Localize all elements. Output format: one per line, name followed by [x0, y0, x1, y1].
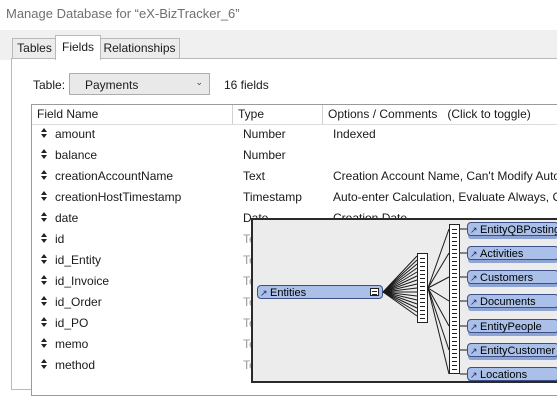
- drag-handle-icon[interactable]: [41, 338, 47, 350]
- field-type: Number: [243, 127, 286, 141]
- table-occurrence-related[interactable]: ↗ EntityQBPosting: [467, 222, 557, 236]
- table-row[interactable]: balance Number: [32, 145, 557, 166]
- field-options: Creation Account Name, Can't Modify Auto: [333, 169, 557, 183]
- drag-handle-icon[interactable]: [41, 254, 47, 266]
- table-occurrence-label: Customers: [480, 272, 534, 284]
- menu-icon: [370, 288, 379, 296]
- table-occurrence-related[interactable]: ↗ Customers: [467, 270, 557, 284]
- table-occurrence-entities[interactable]: ↗ Entities: [257, 285, 383, 299]
- field-name: id_PO: [55, 316, 89, 330]
- field-name: amount: [55, 127, 96, 141]
- chevron-down-icon: ⌄: [195, 77, 203, 87]
- table-row[interactable]: creationAccountName Text Creation Account …: [32, 166, 557, 187]
- table-occurrence-label: EntityPeople: [480, 321, 542, 333]
- field-name: method: [55, 358, 96, 372]
- table-row[interactable]: creationHostTimestamp Timestamp Auto-enter…: [32, 187, 557, 208]
- table-occurrence-label: Activities: [480, 248, 524, 260]
- field-name: date: [55, 211, 79, 225]
- field-name: balance: [55, 148, 98, 162]
- arrow-icon: ↗: [470, 346, 478, 356]
- field-name: id_Entity: [55, 253, 102, 267]
- field-options: Indexed: [333, 127, 376, 141]
- drag-handle-icon[interactable]: [41, 359, 47, 371]
- table-occurrence-label: EntityQBPosting: [480, 224, 557, 236]
- relationship-line: [427, 287, 450, 351]
- header-type[interactable]: Type: [233, 105, 323, 124]
- drag-handle-icon[interactable]: [41, 170, 47, 182]
- table-occurrence-label: Locations: [480, 369, 528, 381]
- table-occurrence-related[interactable]: ↗ Documents: [467, 294, 557, 308]
- field-name: memo: [55, 337, 89, 351]
- field-name: id_Invoice: [55, 274, 110, 288]
- table-occurrence-label: Documents: [480, 296, 536, 308]
- tab-relationships[interactable]: Relationships: [99, 38, 180, 58]
- table-occurrence-related[interactable]: ↗ Activities: [467, 246, 557, 260]
- join-key-indicator: [449, 224, 460, 374]
- field-name: creationHostTimestamp: [55, 190, 182, 204]
- table-occurrence-related[interactable]: ↗ EntityCustomer: [467, 343, 557, 357]
- header-options[interactable]: Options / Comments (Click to toggle): [323, 105, 557, 124]
- header-field-name[interactable]: Field Name: [32, 105, 233, 124]
- arrow-icon: ↗: [470, 297, 478, 307]
- arrow-icon: ↗: [470, 322, 478, 332]
- table-select-value: Payments: [85, 78, 139, 92]
- drag-handle-icon[interactable]: [41, 191, 47, 203]
- drag-handle-icon[interactable]: [41, 149, 47, 161]
- drag-handle-icon[interactable]: [41, 317, 47, 329]
- drag-handle-icon[interactable]: [41, 233, 47, 245]
- drag-handle-icon[interactable]: [41, 275, 47, 287]
- arrow-icon: ↗: [470, 225, 478, 235]
- table-select-label: Table:: [33, 78, 66, 92]
- relationship-line: [427, 287, 450, 375]
- table-row[interactable]: amount Number Indexed: [32, 124, 557, 145]
- field-name: id_Order: [55, 295, 102, 309]
- field-options: Auto-enter Calculation, Evaluate Always,…: [333, 190, 557, 204]
- field-type: Text: [243, 169, 266, 183]
- arrow-icon: ↗: [470, 249, 478, 259]
- arrow-icon: ↗: [470, 273, 478, 283]
- relationship-graph-popup: ↗ Entities ↗ EntityQBPosting ↗ Activities ↗ C…: [251, 218, 557, 383]
- field-name: id: [55, 232, 65, 246]
- arrow-icon: ↗: [260, 288, 268, 298]
- table-select[interactable]: Payments ⌄: [69, 73, 210, 95]
- window-title: Manage Database for “eX-BizTracker_6”: [6, 6, 240, 21]
- field-grid-header: Field Name Type Options / Comments (Clic…: [32, 105, 557, 125]
- drag-handle-icon[interactable]: [41, 296, 47, 308]
- field-count: 16 fields: [224, 78, 269, 92]
- join-key-indicator: [417, 253, 428, 323]
- table-occurrence-related[interactable]: ↗ EntityPeople: [467, 319, 557, 333]
- drag-handle-icon[interactable]: [41, 212, 47, 224]
- field-options: [333, 145, 557, 166]
- window-titlebar: Manage Database for “eX-BizTracker_6”: [0, 0, 557, 30]
- table-occurrence-label: EntityCustomer: [480, 345, 556, 357]
- field-type: Timestamp: [243, 190, 302, 204]
- table-occurrence-label: Entities: [270, 287, 307, 299]
- drag-handle-icon[interactable]: [41, 128, 47, 140]
- field-name: creationAccountName: [55, 169, 174, 183]
- arrow-icon: ↗: [470, 370, 478, 380]
- field-type: Number: [243, 148, 286, 162]
- tab-tables[interactable]: Tables: [12, 38, 57, 58]
- tab-fields[interactable]: Fields: [55, 35, 101, 60]
